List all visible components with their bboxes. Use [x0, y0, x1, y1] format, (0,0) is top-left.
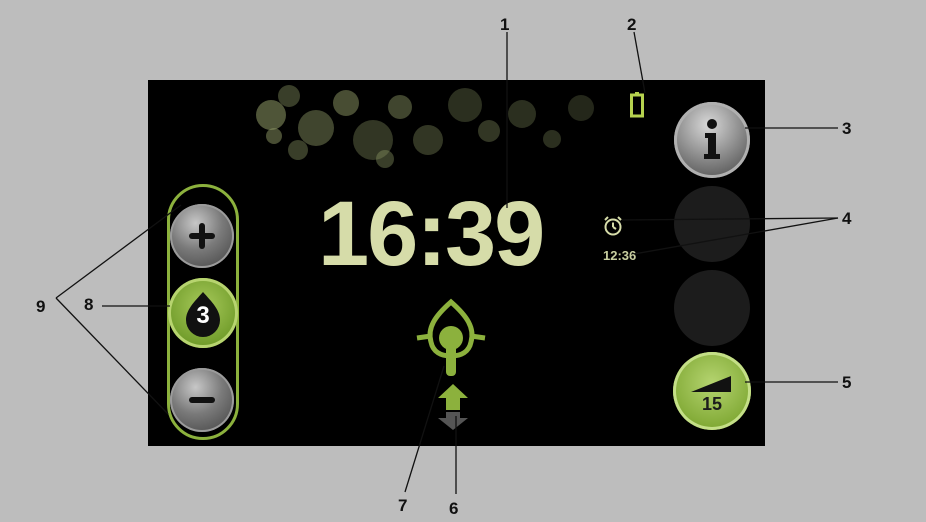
- callout-7: 7: [398, 496, 408, 515]
- callout-4: 4: [842, 209, 852, 228]
- callout-8: 8: [84, 295, 94, 314]
- callout-1: 1: [500, 15, 510, 34]
- callout-5: 5: [842, 373, 852, 392]
- callout-9: 9: [36, 297, 46, 316]
- callout-6: 6: [449, 499, 459, 518]
- callout-2: 2: [627, 15, 637, 34]
- callout-leader-lines: [55, 31, 839, 494]
- callout-3: 3: [842, 119, 852, 138]
